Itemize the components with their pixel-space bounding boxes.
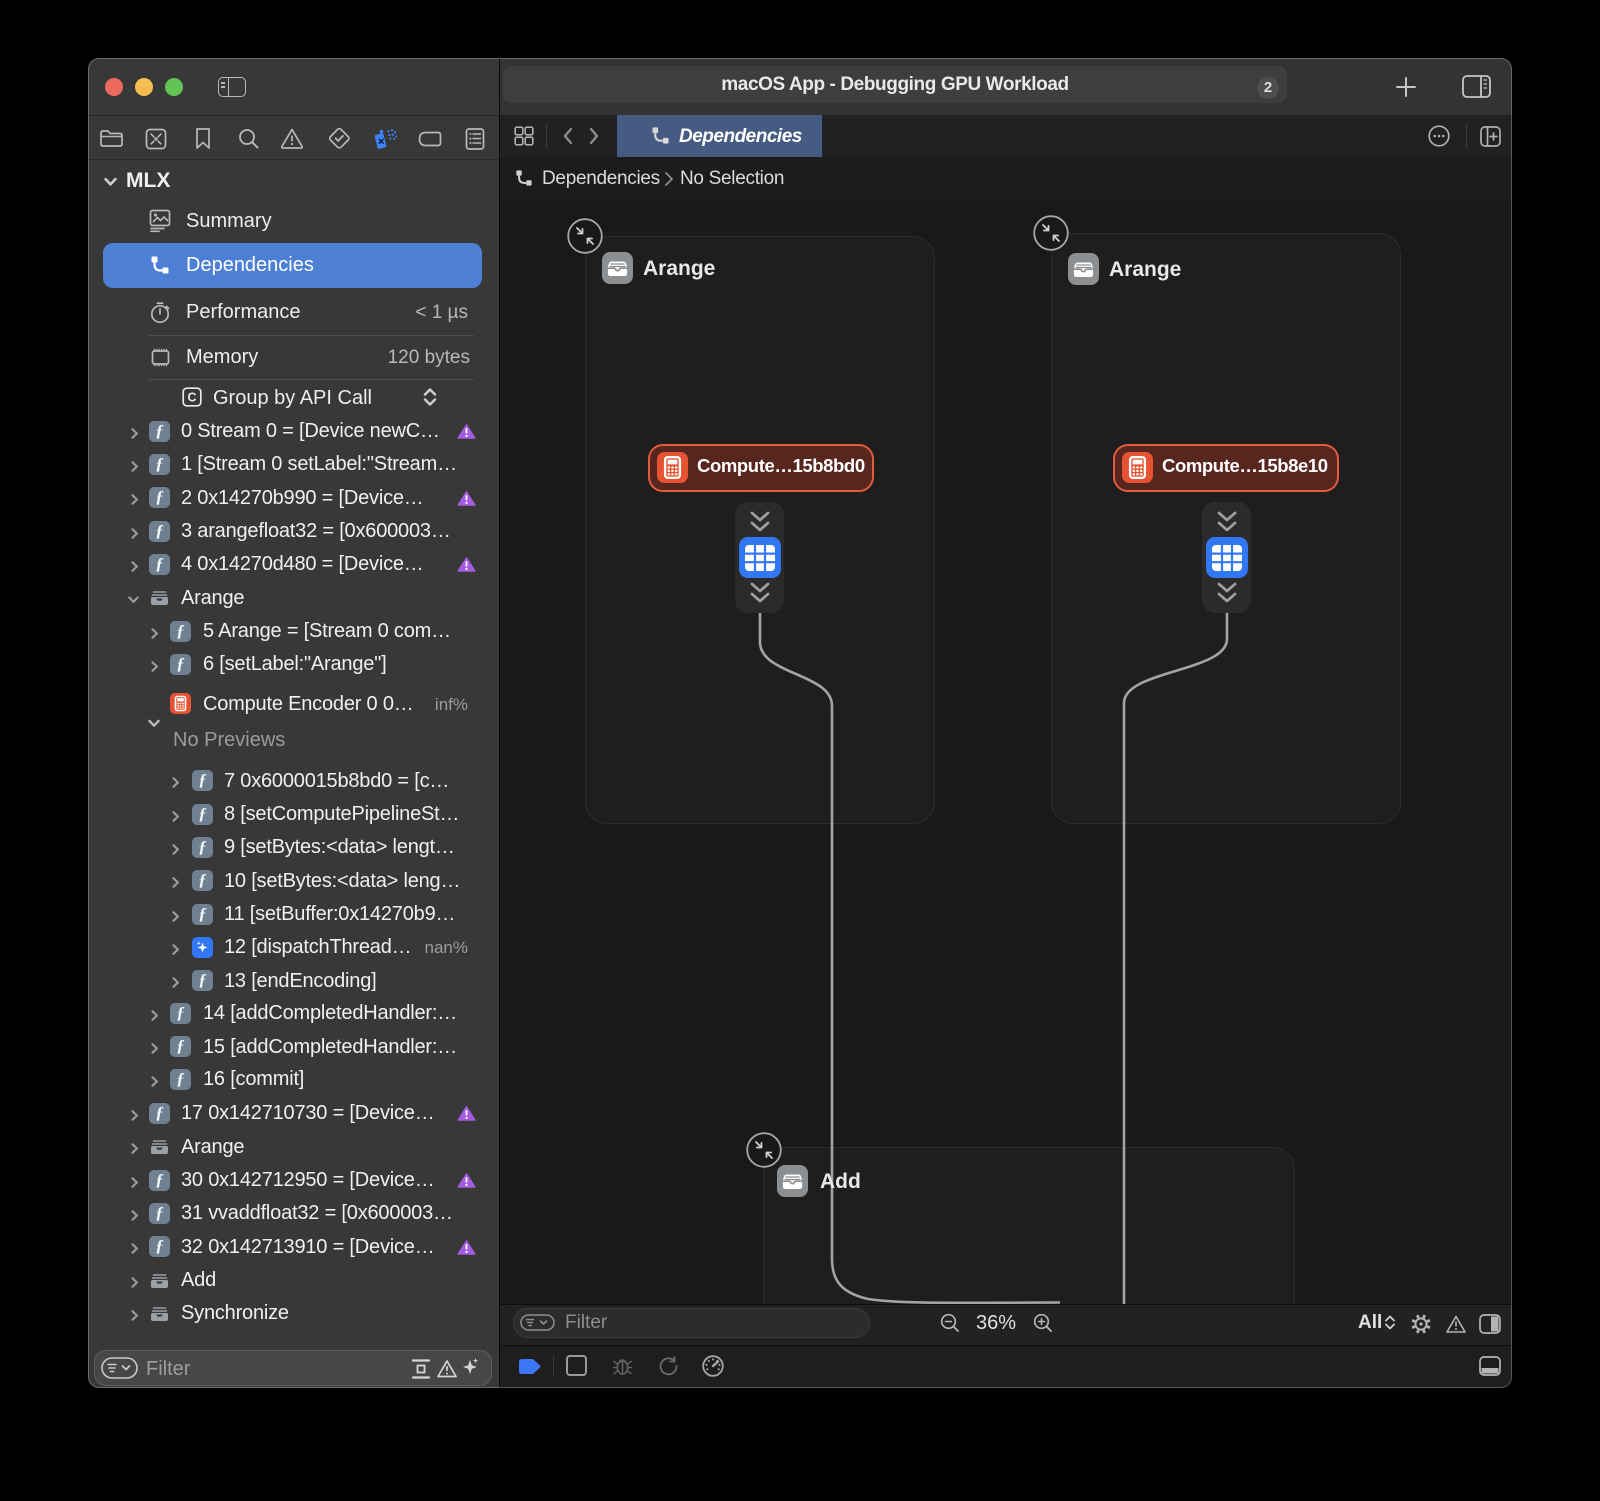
svg-text:C: C — [187, 391, 196, 405]
